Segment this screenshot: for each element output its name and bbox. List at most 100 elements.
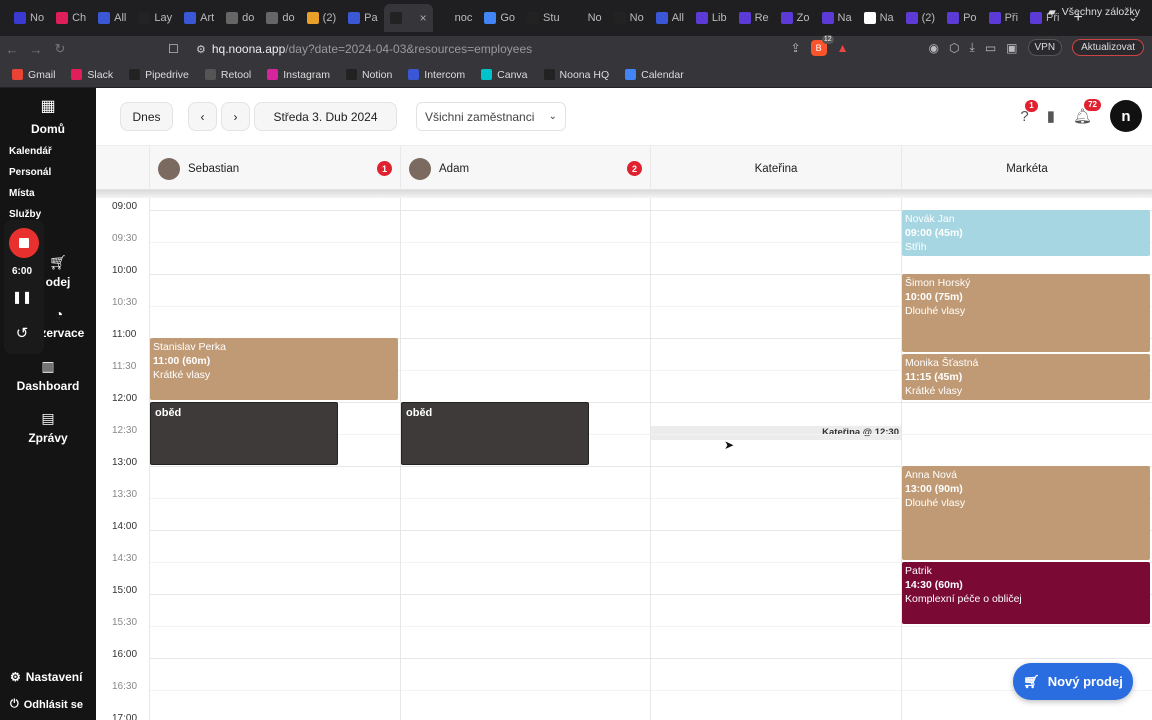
nav-locations[interactable]: Místa	[9, 188, 35, 199]
extension-icon[interactable]: ◉	[929, 41, 939, 55]
forward-icon[interactable]: →	[24, 42, 48, 57]
browser-tab[interactable]: Stu	[521, 4, 566, 32]
next-day-button[interactable]: ›	[221, 102, 250, 131]
book-icon[interactable]: ▮	[1047, 107, 1055, 125]
browser-tab[interactable]: No	[566, 4, 608, 32]
reload-icon[interactable]: ↻	[48, 41, 72, 57]
browser-tab[interactable]: Go	[478, 4, 521, 32]
bookmark-item[interactable]: Noona HQ	[543, 69, 609, 81]
gear-icon	[695, 12, 708, 24]
appointment-block[interactable]: Monika Šťastná 11:15 (45m) Krátké vlasy	[902, 354, 1150, 400]
employee-filter-select[interactable]: Všichni zaměstnanci ⌄	[416, 102, 566, 131]
rewards-icon[interactable]: ▲	[837, 41, 849, 55]
browser-tab[interactable]: (2)	[301, 4, 342, 32]
browser-tab[interactable]: Po	[941, 4, 982, 32]
browser-tab[interactable]: Re	[733, 4, 775, 32]
appointment-block[interactable]: Šimon Horský 10:00 (75m) Dlouhé vlasy	[902, 274, 1150, 352]
browser-tab[interactable]: Na	[858, 4, 900, 32]
nav-logout[interactable]: ⏻ Odhlásit se	[10, 698, 83, 711]
nav-services[interactable]: Služby	[9, 209, 41, 220]
appointment-time: 09:00 (45m)	[905, 227, 963, 239]
nav-messages[interactable]: ▤ Zprávy	[0, 410, 96, 445]
bookmark-item[interactable]: Intercom	[408, 69, 465, 81]
resource-column-3[interactable]: Kateřina	[650, 146, 901, 191]
time-label: 10:30	[112, 297, 138, 308]
globe-icon	[226, 12, 239, 24]
update-button[interactable]: Aktualizovat	[1072, 39, 1144, 56]
nav-home[interactable]: ▦ Domů	[0, 96, 96, 136]
nav-dashboard[interactable]: ▥ Dashboard	[0, 358, 96, 393]
intercom-icon	[408, 69, 420, 80]
browser-tab[interactable]: noc	[433, 4, 479, 32]
browser-tab[interactable]: No	[8, 4, 50, 32]
appointment-block[interactable]: Patrik 14:30 (60m) Komplexní péče o obliče…	[902, 562, 1150, 624]
appointment-block[interactable]: Anna Nová 13:00 (90m) Dlouhé vlasy	[902, 466, 1150, 560]
browser-tab[interactable]: All	[92, 4, 132, 32]
back-icon[interactable]: ←	[0, 42, 24, 57]
url-field[interactable]: ⚙ hq.noona.app/day?date=2024-04-03&resou…	[196, 42, 532, 56]
appointment-block[interactable]: Stanislav Perka 11:00 (60m) Krátké vlasy	[150, 338, 398, 400]
appointment-time: 14:30 (60m)	[905, 579, 963, 591]
lunch-break-block[interactable]: oběd	[401, 402, 589, 465]
resource-column-2[interactable]: Adam 2	[400, 146, 650, 191]
stop-recording-button[interactable]	[9, 228, 39, 258]
restart-icon[interactable]: ↺	[4, 324, 40, 342]
browser-tab-label: Na	[837, 12, 852, 24]
browser-tab[interactable]: Pa	[342, 4, 383, 32]
bookmark-item[interactable]: Retool	[204, 69, 251, 81]
nav-settings[interactable]: ⚙ Nastavení	[10, 670, 82, 684]
today-button[interactable]: Dnes	[120, 102, 173, 131]
mouse-cursor-icon: ➤	[724, 438, 735, 452]
new-sale-button[interactable]: 🛒︎ Nový prodej	[1013, 663, 1133, 700]
browser-tab[interactable]: Zo	[775, 4, 816, 32]
bookmark-item[interactable]: Calendar	[625, 69, 684, 81]
nav-staff[interactable]: Personál	[9, 167, 51, 178]
appointment-block[interactable]: Novák Jan 09:00 (45m) Střih	[902, 210, 1150, 256]
browser-tab-label: Při	[1004, 12, 1019, 24]
help-icon[interactable]: ? 1	[1020, 99, 1038, 125]
site-settings-icon[interactable]: ⚙	[196, 43, 206, 56]
resource-column-4[interactable]: Markéta	[901, 146, 1152, 191]
bookmark-label: Intercom	[424, 68, 466, 81]
calendar-icon	[625, 69, 637, 80]
wallet-icon[interactable]: ▣	[1006, 41, 1017, 55]
download-icon[interactable]: ⤓	[970, 40, 975, 55]
date-picker-button[interactable]: Středa 3. Dub 2024	[254, 102, 397, 131]
browser-tab[interactable]: Ch	[50, 4, 92, 32]
notification-bell-icon[interactable]: 🔔︎ 72	[1073, 99, 1101, 125]
browser-tab[interactable]: Při	[983, 4, 1024, 32]
bookmark-item[interactable]: Slack	[71, 69, 113, 81]
browser-tab[interactable]: ×	[383, 4, 433, 32]
browser-tab[interactable]: All	[650, 4, 690, 32]
browser-tab[interactable]: do	[260, 4, 300, 32]
browser-tab[interactable]: Lay	[132, 4, 178, 32]
bookmark-item[interactable]: Gmail	[12, 69, 55, 81]
extension-icon-2[interactable]: ⬡	[949, 41, 959, 55]
resource-column-1[interactable]: Sebastian 1	[149, 146, 400, 191]
bookmark-item[interactable]: Notion	[345, 69, 392, 81]
bookmark-icon[interactable]: ☐	[168, 42, 188, 56]
close-tab-icon[interactable]: ×	[420, 11, 427, 25]
lunch-break-block[interactable]: oběd	[150, 402, 338, 465]
time-label: 11:00	[112, 329, 137, 340]
share-icon[interactable]: ⇪	[791, 41, 801, 55]
bookmark-item[interactable]: Instagram	[267, 69, 330, 81]
browser-tab[interactable]: (2)	[900, 4, 941, 32]
pause-icon[interactable]: ❚❚	[4, 290, 40, 304]
account-avatar[interactable]: n	[1110, 100, 1142, 132]
browser-tab[interactable]: No	[608, 4, 650, 32]
all-bookmarks[interactable]: ▰ Všechny záložky	[1048, 6, 1140, 18]
browser-tab[interactable]: do	[220, 4, 260, 32]
chevron-down-icon: ⌄	[548, 111, 557, 122]
prev-day-button[interactable]: ‹	[188, 102, 217, 131]
browser-tab[interactable]: Na	[816, 4, 858, 32]
gmail-icon	[12, 69, 23, 80]
vpn-button[interactable]: VPN	[1027, 39, 1063, 56]
bookmark-item[interactable]: Pipedrive	[129, 69, 189, 81]
nav-calendar[interactable]: Kalendář	[9, 146, 52, 157]
bookmark-item[interactable]: Canva	[481, 69, 528, 81]
browser-tab[interactable]: Art	[178, 4, 220, 32]
browser-tab[interactable]: Lib	[690, 4, 733, 32]
brave-shields-icon[interactable]: B 12	[810, 34, 834, 56]
sidebar-toggle-icon[interactable]: ▭	[985, 41, 996, 55]
